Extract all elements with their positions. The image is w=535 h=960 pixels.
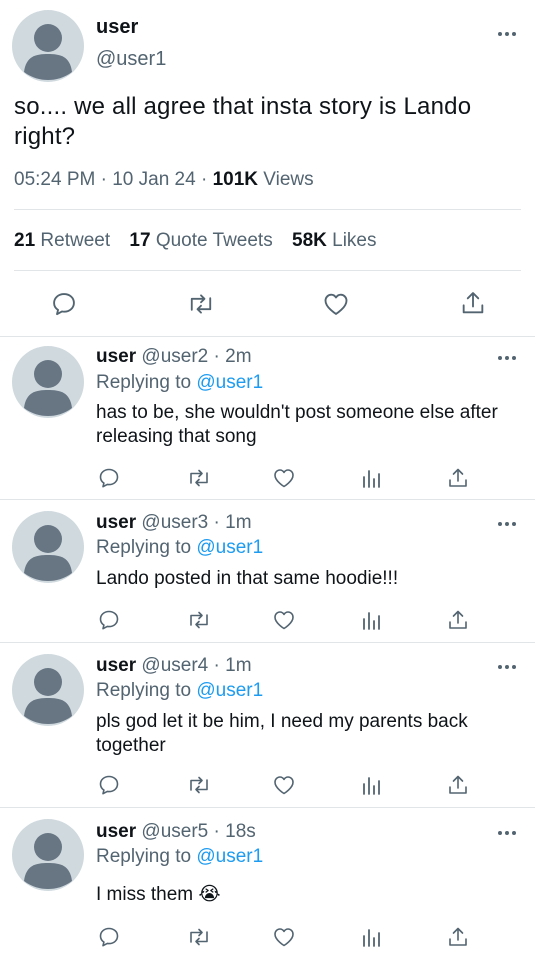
reply-header: user @user4 · 1m [96,655,252,677]
header-separator: · [213,821,220,842]
quotes-label: Quote Tweets [155,230,273,251]
heart-icon[interactable] [322,290,350,318]
heart-icon[interactable] [272,773,296,797]
replying-to: Replying to @user1 [96,537,263,559]
reply-tweet: user @user3 · 1m Replying to @user1 Land… [0,499,535,642]
likes-label: Likes [332,230,377,251]
likes-count: 58K [292,230,327,251]
mention-link[interactable]: @user1 [196,846,263,867]
meta-separator: · [200,169,213,190]
more-options-icon[interactable] [497,829,517,837]
retweet-icon[interactable] [186,466,212,490]
reply-tweet: user @user2 · 2m Replying to @user1 has … [0,336,535,499]
header-separator: · [213,346,220,367]
reply-header: user @user2 · 2m [96,346,252,368]
replying-to-label: Replying to [96,680,192,701]
mention-link[interactable]: @user1 [196,372,263,393]
share-icon[interactable] [446,466,470,490]
retweet-icon[interactable] [186,773,212,797]
comment-icon[interactable] [50,290,78,318]
author-name[interactable]: user [96,821,136,842]
analytics-icon[interactable] [360,774,382,796]
analytics-icon[interactable] [360,926,382,948]
replying-to-label: Replying to [96,537,192,558]
reply-time[interactable]: 18s [225,821,256,842]
reply-time[interactable]: 2m [225,346,251,367]
mention-link[interactable]: @user1 [196,680,263,701]
share-icon[interactable] [459,289,487,317]
author-handle[interactable]: @user3 [141,512,208,533]
analytics-icon[interactable] [360,467,382,489]
author-name[interactable]: user [96,16,138,39]
share-icon[interactable] [446,925,470,949]
more-options-icon[interactable] [497,520,517,528]
heart-icon[interactable] [272,466,296,490]
author-handle[interactable]: @user4 [141,655,208,676]
author-name[interactable]: user [96,512,136,533]
comment-icon[interactable] [97,466,121,490]
comment-icon[interactable] [97,608,121,632]
reply-text: I miss them 😭 [96,884,221,905]
quotes-stat[interactable]: 17 Quote Tweets [129,230,272,251]
tweet-meta: 05:24 PM · 10 Jan 24 · 101K Views [14,169,314,191]
retweet-icon[interactable] [186,290,216,318]
more-options-icon[interactable] [497,354,517,362]
replying-to-label: Replying to [96,372,192,393]
quotes-count: 17 [129,230,151,251]
reply-tweet: user @user4 · 1m Replying to @user1 pls … [0,642,535,807]
divider [14,209,521,210]
retweets-label: Retweet [40,230,111,251]
meta-separator: · [100,169,113,190]
replying-to: Replying to @user1 [96,680,263,702]
heart-icon[interactable] [272,608,296,632]
replying-to: Replying to @user1 [96,372,263,394]
tweet-date[interactable]: 10 Jan 24 [112,169,195,190]
avatar[interactable] [12,819,84,891]
reply-text: pls god let it be him, I need my parents… [96,711,468,756]
replying-to-label: Replying to [96,846,192,867]
reply-tweet: user @user5 · 18s Replying to @user1 I m… [0,807,535,960]
analytics-icon[interactable] [360,609,382,631]
reply-header: user @user3 · 1m [96,512,252,534]
avatar[interactable] [12,511,84,583]
header-separator: · [213,512,220,533]
author-handle[interactable]: @user1 [96,48,166,71]
divider [14,270,521,271]
tweet-text: so.... we all agree that insta story is … [14,93,472,150]
views-count: 101K [212,169,258,190]
retweets-stat[interactable]: 21 Retweet [14,230,110,251]
reply-time[interactable]: 1m [225,512,251,533]
reply-time[interactable]: 1m [225,655,251,676]
reply-header: user @user5 · 18s [96,821,256,843]
comment-icon[interactable] [97,773,121,797]
author-name[interactable]: user [96,655,136,676]
share-icon[interactable] [446,773,470,797]
more-options-icon[interactable] [497,30,517,38]
author-handle[interactable]: @user2 [141,346,208,367]
tweet-stats: 21 Retweet 17 Quote Tweets 58K Likes [14,230,391,252]
reply-text: has to be, she wouldn't post someone els… [96,402,498,447]
tweet-time[interactable]: 05:24 PM [14,169,95,190]
retweet-icon[interactable] [186,608,212,632]
author-handle[interactable]: @user5 [141,821,208,842]
mention-link[interactable]: @user1 [196,537,263,558]
avatar[interactable] [12,10,84,82]
header-separator: · [213,655,220,676]
views-label: Views [263,169,314,190]
comment-icon[interactable] [97,925,121,949]
retweets-count: 21 [14,230,36,251]
more-options-icon[interactable] [497,663,517,671]
retweet-icon[interactable] [186,925,212,949]
likes-stat[interactable]: 58K Likes [292,230,377,251]
heart-icon[interactable] [272,925,296,949]
share-icon[interactable] [446,608,470,632]
author-name[interactable]: user [96,346,136,367]
replying-to: Replying to @user1 [96,846,263,868]
avatar[interactable] [12,346,84,418]
reply-text: Lando posted in that same hoodie!!! [96,568,399,589]
avatar[interactable] [12,654,84,726]
